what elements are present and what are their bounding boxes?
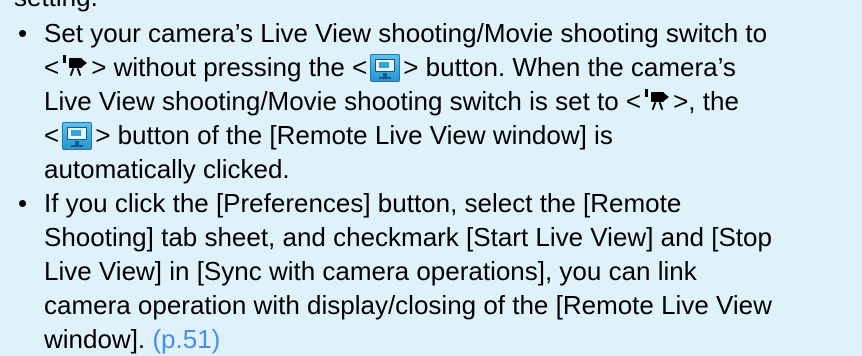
text-fragment: > without pressing the < — [91, 52, 368, 82]
text-line: < > button of the [Remote Live View windo… — [44, 118, 862, 152]
text-fragment: >, the — [673, 86, 739, 116]
remote-live-view-button-icon — [62, 122, 93, 150]
text-line: Shooting] tab sheet, and checkmark [Star… — [44, 222, 772, 252]
text-line: Set your camera’s Live View shooting/Mov… — [44, 18, 768, 48]
bullet-list: • Set your camera’s Live View shooting/M… — [16, 16, 862, 356]
text-fragment: < — [44, 52, 60, 82]
text-fragment: < — [44, 120, 60, 150]
movie-shooting-icon — [644, 88, 670, 112]
clipped-text-fragment: setting. — [14, 0, 98, 14]
page-reference-link[interactable]: (p.51) — [152, 324, 220, 354]
text-line: Live View shooting/Movie shooting switch… — [44, 84, 862, 118]
text-line: window]. (p.51) — [44, 322, 862, 356]
text-fragment: > button of the [Remote Live View window… — [95, 120, 613, 150]
text-line: < > without pressing the < > button. When … — [44, 50, 862, 84]
bullet-item: • If you click the [Preferences] button,… — [16, 186, 862, 356]
text-line: Live View] in [Sync with camera operatio… — [44, 256, 697, 286]
bullet-marker: • — [18, 18, 28, 48]
remote-live-view-button-icon — [370, 54, 401, 82]
text-line: camera operation with display/closing of… — [44, 290, 772, 320]
bullet-marker: • — [18, 188, 28, 218]
movie-shooting-icon — [62, 54, 88, 78]
text-line: automatically clicked. — [44, 154, 290, 184]
text-fragment: Live View shooting/Movie shooting switch… — [44, 86, 642, 116]
text-line: If you click the [Preferences] button, s… — [44, 188, 682, 218]
text-fragment: window]. — [44, 324, 146, 354]
bullet-item: • Set your camera’s Live View shooting/M… — [16, 16, 862, 186]
text-fragment: > button. When the camera’s — [403, 52, 736, 82]
